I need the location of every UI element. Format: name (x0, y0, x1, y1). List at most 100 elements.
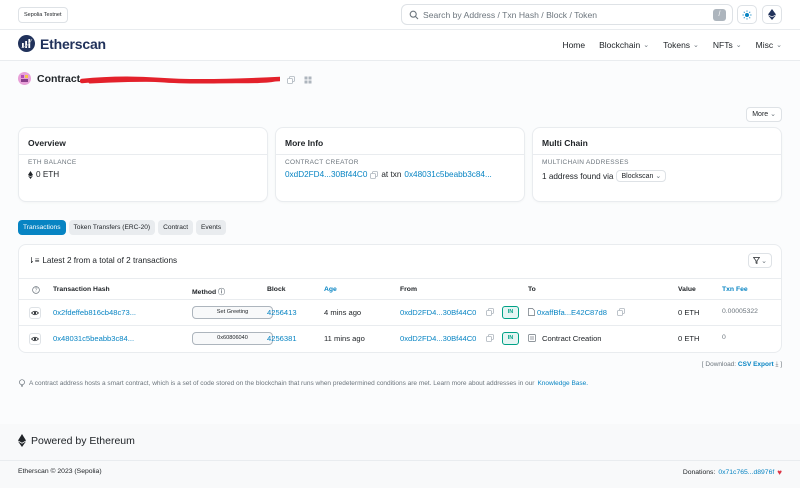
help-icon: ? (32, 286, 40, 294)
nav-home-label: Home (562, 40, 586, 50)
direction-badge: IN (502, 332, 519, 345)
view-details-button[interactable] (29, 307, 41, 319)
to-contract-creation: Contract Creation (542, 334, 602, 343)
tab-contract[interactable]: Contract (158, 220, 194, 235)
to-address-link[interactable]: 0xaffBfa...E42C87d8 (537, 308, 607, 317)
svg-text:?: ? (35, 288, 38, 294)
nav-nfts[interactable]: NFTs ⌄ (713, 40, 742, 50)
redaction-mark (80, 76, 280, 84)
table-header: ? Transaction Hash Method ⓘ Block Age Fr… (19, 278, 781, 300)
copy-icon[interactable] (617, 308, 625, 316)
transaction-hash-link[interactable]: 0x48031c5beabb3c84... (53, 334, 134, 343)
ethereum-icon (768, 9, 776, 20)
contract-creator-label: CONTRACT CREATOR (285, 159, 359, 166)
age-text: 11 mins ago (324, 334, 365, 343)
donations-row: Donations: 0x71c765...d8976f ♥ (683, 468, 782, 477)
sort-icon: ⇂≡ (28, 256, 40, 265)
eye-icon (31, 336, 39, 342)
chevron-down-icon: ⌄ (655, 173, 662, 180)
copy-icon[interactable] (287, 76, 295, 84)
search-icon (409, 10, 419, 20)
contract-title: Contract (37, 72, 81, 85)
etherscan-logo-icon (18, 35, 35, 52)
more-info-card: More Info CONTRACT CREATOR 0xdD2FD4...30… (275, 127, 525, 202)
divider (276, 154, 524, 155)
blockscan-dropdown[interactable]: Blockscan ⌄ (616, 170, 667, 182)
column-txn-fee[interactable]: Txn Fee (722, 286, 748, 293)
block-link[interactable]: 4256381 (267, 334, 297, 343)
main-header: Etherscan Home Blockchain ⌄ Tokens ⌄ NFTs ⌄… (0, 30, 800, 61)
info-icon: ⓘ (218, 289, 225, 296)
nav-home[interactable]: Home (562, 40, 585, 50)
chevron-down-icon: ⌄ (735, 42, 742, 49)
main-nav: Home Blockchain ⌄ Tokens ⌄ NFTs ⌄ Misc ⌄ (562, 40, 782, 50)
chevron-down-icon: ⌄ (770, 111, 776, 118)
method-badge: 0x60806040 (192, 332, 273, 345)
tab-transactions[interactable]: Transactions (18, 220, 66, 235)
creation-txn-link[interactable]: 0x48031c5beabb3c84... (404, 170, 491, 179)
chevron-down-icon: ⌄ (761, 257, 767, 265)
contract-avatar-icon (18, 72, 31, 85)
copy-icon[interactable] (486, 308, 494, 316)
ethereum-icon (18, 434, 26, 447)
multichain-addresses-value: 1 address found via (542, 171, 614, 181)
column-age[interactable]: Age (324, 286, 337, 293)
eth-balance-label: ETH BALANCE (28, 159, 77, 166)
etherscan-logo[interactable]: Etherscan (18, 35, 106, 52)
powered-text: Powered by Ethereum (31, 434, 135, 447)
table-row: 0x2fdeffeb816cb48c73... Set Greeting 425… (19, 300, 781, 326)
theme-toggle-button[interactable] (737, 5, 757, 24)
eth-balance-value: 0 ETH (36, 170, 60, 179)
qr-code-icon[interactable] (304, 76, 312, 84)
search-input[interactable]: Search by Address / Txn Hash / Block / T… (423, 10, 597, 20)
more-label: More (752, 111, 769, 118)
download-suffix: ] (780, 361, 782, 368)
blockscan-label: Blockscan (621, 173, 654, 180)
download-prefix: [ Download: (701, 361, 737, 368)
block-link[interactable]: 4256413 (267, 308, 297, 317)
search-shortcut-key: / (713, 9, 726, 21)
chevron-down-icon: ⌄ (776, 42, 782, 49)
knowledge-base-link[interactable]: Knowledge Base. (537, 380, 588, 387)
from-address-link[interactable]: 0xdD2FD4...30Bf44C0 (400, 308, 476, 317)
nav-misc-label: Misc (755, 40, 774, 50)
donations-address-link[interactable]: 0x71c765...d8976f (718, 469, 774, 476)
tab-events[interactable]: Events (196, 220, 227, 235)
column-method: Method ⓘ (192, 286, 225, 296)
divider (19, 154, 267, 155)
nav-tokens-label: Tokens (663, 40, 691, 50)
direction-badge: IN (502, 306, 519, 319)
lightbulb-icon (19, 379, 25, 387)
nav-misc[interactable]: Misc ⌄ (756, 40, 782, 50)
nav-blockchain-label: Blockchain (599, 40, 641, 50)
txn-fee-text: 0 (722, 334, 726, 341)
nav-blockchain[interactable]: Blockchain ⌄ (599, 40, 649, 50)
search-box[interactable]: Search by Address / Txn Hash / Block / T… (401, 4, 733, 25)
contract-creator-row: 0xdD2FD4...30Bf44C0 at txn 0x48031c5beab… (285, 170, 492, 179)
nav-tokens[interactable]: Tokens ⌄ (663, 40, 699, 50)
view-details-button[interactable] (29, 333, 41, 345)
overview-card: Overview ETH BALANCE 0 ETH (18, 127, 268, 202)
nav-nfts-label: NFTs (712, 40, 733, 50)
more-dropdown-button[interactable]: More ⌄ (746, 107, 782, 122)
csv-export-link[interactable]: CSV Export (738, 361, 774, 368)
donations-label: Donations: (682, 469, 716, 476)
network-switch-button[interactable] (762, 5, 782, 24)
contract-title-row: Contract (18, 72, 80, 85)
transactions-summary: Latest 2 from a total of 2 transactions (42, 256, 178, 265)
heart-icon: ♥ (777, 468, 782, 477)
copy-icon[interactable] (370, 170, 379, 179)
powered-by-ethereum: Powered by Ethereum (18, 434, 135, 447)
transaction-hash-link[interactable]: 0x2fdeffeb816cb48c73... (53, 308, 136, 317)
from-address-link[interactable]: 0xdD2FD4...30Bf44C0 (400, 334, 476, 343)
creator-address-link[interactable]: 0xdD2FD4...30Bf44C0 (285, 170, 367, 179)
tab-token-transfers[interactable]: Token Transfers (ERC-20) (68, 220, 156, 235)
more-info-title: More Info (285, 138, 324, 148)
multichain-addresses-label: MULTICHAIN ADDRESSES (542, 159, 629, 166)
contract-note: A contract address hosts a smart contrac… (18, 379, 588, 387)
overview-title: Overview (28, 138, 66, 148)
at-txn-text: at txn (381, 170, 402, 179)
network-badge[interactable]: Sepolia Testnet (18, 7, 68, 23)
filter-button[interactable]: ⌄ (748, 253, 772, 268)
copy-icon[interactable] (486, 334, 494, 342)
